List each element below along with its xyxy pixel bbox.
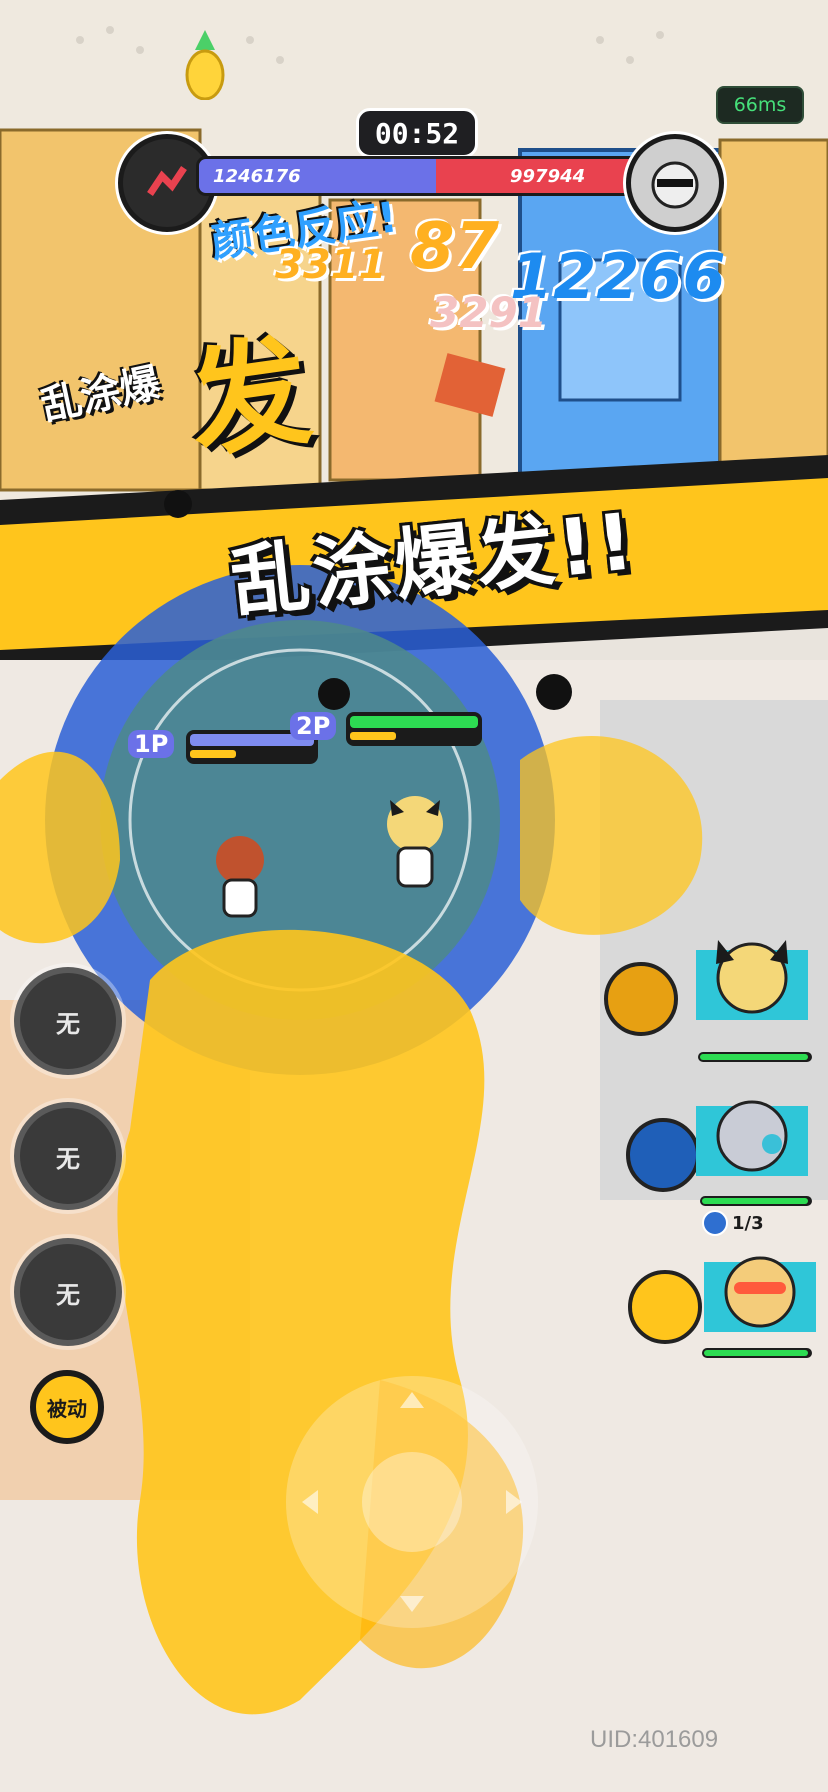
counter-text: 1/3: [732, 1212, 764, 1234]
team-member-1-hp: [698, 1052, 812, 1062]
team-skill-1-icon[interactable]: [604, 962, 678, 1036]
skill-slot-2-button[interactable]: 无: [14, 1102, 122, 1210]
player2-character: [370, 790, 460, 890]
match-timer: 00:52: [356, 108, 478, 158]
player2-hp-bar: [346, 712, 482, 746]
movement-joystick[interactable]: [288, 1378, 536, 1626]
team-member-1-portrait[interactable]: [694, 930, 810, 1040]
paint-drop-icon: [702, 1210, 728, 1236]
user-id: UID:401609: [590, 1726, 719, 1753]
passive-button[interactable]: 被动: [30, 1370, 104, 1444]
team-member-3-portrait[interactable]: [702, 1242, 818, 1352]
team-member-2-hp: [700, 1196, 812, 1206]
ping-indicator: 66ms: [716, 86, 804, 124]
damage-number-1: 3311: [275, 242, 387, 288]
skill-slot-3-button[interactable]: 无: [14, 1238, 122, 1346]
skill-slot-1-button[interactable]: 无: [14, 967, 122, 1075]
team-right-emblem: [626, 134, 724, 232]
team-skill-2-icon[interactable]: [626, 1118, 700, 1192]
lightning-icon: [147, 166, 187, 196]
pineapple-icon: [180, 30, 230, 101]
burst-big-text: 发: [180, 321, 319, 476]
team-left-score: 1246176: [196, 156, 436, 196]
team-skill-3-icon[interactable]: [628, 1270, 702, 1344]
team-member-2-portrait[interactable]: [694, 1086, 810, 1196]
player1-tag: 1P: [128, 730, 175, 758]
team-member-2-counter: 1/3: [702, 1210, 764, 1236]
team-member-3-hp: [702, 1348, 812, 1358]
team-right-score: 997944: [436, 156, 650, 196]
player1-character: [200, 830, 280, 920]
damage-number-3: 3291: [430, 288, 547, 337]
skull-sunglasses-icon: [651, 161, 699, 209]
damage-number-4: 87: [410, 210, 500, 284]
player2-tag: 2P: [290, 712, 337, 740]
